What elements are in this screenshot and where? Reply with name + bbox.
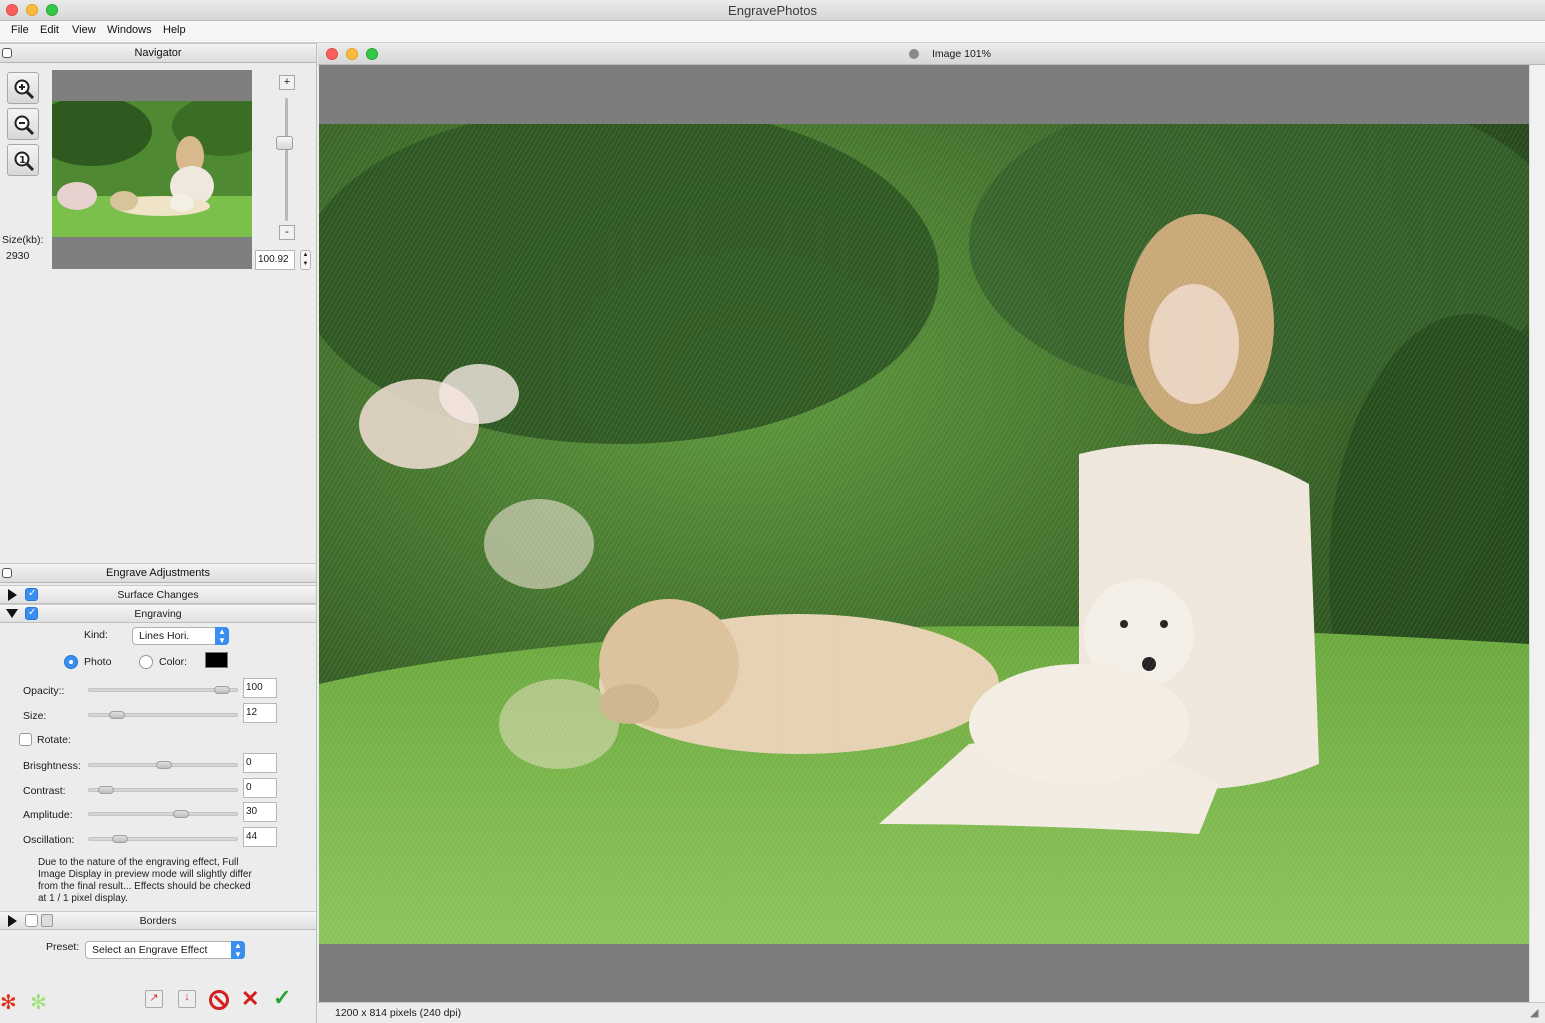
photo-label: Photo bbox=[84, 656, 112, 668]
size-value: 2930 bbox=[6, 250, 30, 262]
slider-label: Contrast: bbox=[23, 785, 66, 797]
select-arrow-icon: ▲ ▼ bbox=[215, 627, 229, 645]
slider-label: Size: bbox=[23, 710, 47, 722]
export-icon[interactable]: ↗ bbox=[145, 990, 163, 1008]
minimize-image-button[interactable] bbox=[346, 48, 358, 60]
slider-label: Opacity:: bbox=[23, 685, 65, 697]
section-label: Engraving bbox=[134, 608, 182, 620]
color-label: Color: bbox=[159, 656, 188, 668]
detach-icon[interactable] bbox=[2, 568, 12, 578]
preset-select[interactable]: Select an Engrave Effect ▲ ▼ bbox=[85, 941, 245, 959]
reset-green-icon[interactable]: ✻ bbox=[30, 990, 47, 1015]
cancel-icon[interactable]: ✕ bbox=[241, 986, 259, 1012]
size-label: Size(kb): bbox=[2, 234, 44, 246]
photo-art bbox=[319, 124, 1529, 944]
section-label: Borders bbox=[139, 915, 177, 927]
status-bar: 1200 x 814 pixels (240 dpi) ◢ bbox=[318, 1002, 1545, 1023]
menu-windows[interactable]: Windows bbox=[107, 24, 152, 36]
slider-knob[interactable] bbox=[173, 810, 189, 818]
navigator-thumbnail[interactable] bbox=[52, 101, 252, 237]
slider-knob[interactable] bbox=[156, 761, 172, 769]
preview-note: Due to the nature of the engraving effec… bbox=[38, 857, 252, 904]
slider-track[interactable] bbox=[88, 686, 238, 694]
thumbnail-art bbox=[52, 101, 252, 237]
section-engraving[interactable]: Engraving bbox=[0, 604, 316, 623]
reset-red-icon[interactable]: ✻ bbox=[0, 990, 17, 1015]
slider-value-field[interactable]: 12 bbox=[243, 703, 277, 723]
menu-view[interactable]: View bbox=[72, 24, 96, 36]
slider-value-field[interactable]: 30 bbox=[243, 802, 277, 822]
slider-value-field[interactable]: 44 bbox=[243, 827, 277, 847]
color-radio[interactable] bbox=[139, 655, 153, 669]
menu-file[interactable]: File bbox=[11, 24, 29, 36]
kind-label: Kind: bbox=[84, 629, 108, 641]
select-arrow-icon: ▲ ▼ bbox=[231, 941, 245, 959]
slider-label: Oscillation: bbox=[23, 834, 75, 846]
vertical-scrollbar[interactable] bbox=[1529, 65, 1545, 1002]
zoom-in-icon bbox=[14, 79, 35, 100]
document-icon bbox=[909, 49, 919, 59]
slider-track[interactable] bbox=[88, 810, 238, 818]
preset-label: Preset: bbox=[46, 941, 80, 953]
image-window-titlebar: Image 101% bbox=[318, 43, 1545, 65]
section-borders[interactable]: Borders bbox=[0, 911, 316, 930]
adjustments-title: Engrave Adjustments bbox=[106, 567, 210, 579]
zoom-plus-button[interactable]: + bbox=[279, 75, 295, 90]
slider-knob[interactable] bbox=[98, 786, 114, 794]
slider-track[interactable] bbox=[88, 711, 238, 719]
slider-knob[interactable] bbox=[109, 711, 125, 719]
import-icon[interactable]: ↓ bbox=[178, 990, 196, 1008]
preset-value: Select an Engrave Effect bbox=[92, 944, 208, 956]
section-label: Surface Changes bbox=[117, 589, 199, 601]
menu-help[interactable]: Help bbox=[163, 24, 186, 36]
color-swatch[interactable] bbox=[205, 652, 228, 668]
zoom-field[interactable]: 100.92 bbox=[255, 250, 295, 270]
section-surface-changes[interactable]: Surface Changes bbox=[0, 585, 316, 604]
zoom-image-button[interactable] bbox=[366, 48, 378, 60]
slider-knob[interactable] bbox=[214, 686, 230, 694]
zoom-slider-track[interactable] bbox=[285, 98, 288, 221]
stop-icon[interactable] bbox=[209, 990, 229, 1010]
actual-size-icon: 1 bbox=[14, 151, 35, 172]
window-titlebar: EngravePhotos bbox=[0, 0, 1545, 21]
image-dimensions: 1200 x 814 pixels (240 dpi) bbox=[335, 1007, 462, 1019]
navigator-header: Navigator bbox=[0, 43, 316, 63]
actual-size-button[interactable]: 1 bbox=[7, 144, 39, 176]
slider-value-field[interactable]: 100 bbox=[243, 678, 277, 698]
engraved-photo[interactable] bbox=[319, 124, 1529, 944]
photo-radio[interactable] bbox=[64, 655, 78, 669]
image-window: Image 101% 1200 x 814 pixels (240 dpi) ◢ bbox=[318, 43, 1545, 1023]
menu-edit[interactable]: Edit bbox=[40, 24, 59, 36]
slider-knob[interactable] bbox=[112, 835, 128, 843]
close-image-button[interactable] bbox=[326, 48, 338, 60]
zoom-stepper[interactable]: ▲ ▼ bbox=[300, 250, 311, 270]
slider-track[interactable] bbox=[88, 835, 238, 843]
kind-select[interactable]: Lines Hori. ▲ ▼ bbox=[132, 627, 229, 645]
resize-grip-icon[interactable]: ◢ bbox=[1530, 1006, 1538, 1019]
zoom-minus-button[interactable]: - bbox=[279, 225, 295, 240]
adjustments-header: Engrave Adjustments bbox=[0, 563, 316, 583]
rotate-checkbox[interactable] bbox=[19, 733, 32, 746]
detach-icon[interactable] bbox=[2, 48, 12, 58]
left-panel: Navigator 1 + - Size(kb): 2930 100.92 ▲ ▼ bbox=[0, 43, 317, 1023]
zoom-in-button[interactable] bbox=[7, 72, 39, 104]
svg-text:1: 1 bbox=[19, 155, 26, 166]
navigator-title: Navigator bbox=[134, 47, 182, 59]
zoom-out-button[interactable] bbox=[7, 108, 39, 140]
kind-value: Lines Hori. bbox=[139, 630, 190, 642]
zoom-out-icon bbox=[14, 115, 35, 136]
zoom-slider-knob[interactable] bbox=[276, 136, 293, 150]
menu-bar: File Edit View Windows Help bbox=[0, 21, 1545, 43]
slider-track[interactable] bbox=[88, 786, 238, 794]
slider-label: Brisghtness: bbox=[23, 760, 81, 772]
rotate-label: Rotate: bbox=[37, 734, 71, 746]
slider-track[interactable] bbox=[88, 761, 238, 769]
slider-value-field[interactable]: 0 bbox=[243, 753, 277, 773]
image-window-title: Image 101% bbox=[932, 48, 991, 60]
slider-value-field[interactable]: 0 bbox=[243, 778, 277, 798]
apply-icon[interactable]: ✓ bbox=[273, 985, 291, 1011]
app-title: EngravePhotos bbox=[728, 3, 817, 18]
slider-label: Amplitude: bbox=[23, 809, 73, 821]
